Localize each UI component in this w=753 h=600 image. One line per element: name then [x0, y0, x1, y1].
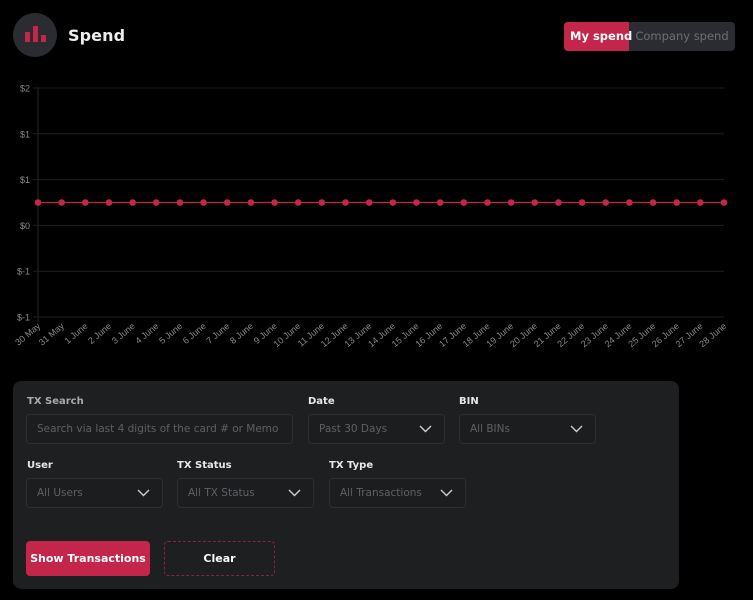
data-point[interactable] — [105, 199, 113, 206]
data-point[interactable] — [720, 199, 728, 206]
tx-search-label: TX Search — [27, 396, 84, 407]
user-label: User — [27, 460, 53, 471]
chart-y-ticks: $-1 $-1 $0 $1 $1 $2 — [17, 84, 30, 323]
bin-select-value: All BINs — [470, 423, 510, 435]
data-point[interactable] — [531, 199, 539, 206]
tx-search-input[interactable] — [37, 423, 292, 435]
data-point[interactable] — [294, 199, 302, 206]
clear-button[interactable]: Clear — [164, 541, 275, 576]
data-point[interactable] — [602, 199, 610, 206]
transaction-filter-panel: TX Search Date Past 30 Days BIN All BINs… — [13, 381, 679, 589]
data-point[interactable] — [578, 199, 586, 206]
chevron-down-icon — [288, 489, 301, 497]
toggle-company-spend[interactable]: Company spend — [629, 22, 735, 51]
bin-label: BIN — [459, 396, 479, 407]
y-tick-label: $-1 — [17, 267, 30, 277]
x-tick-label: 31 May — [37, 321, 66, 348]
tx-type-select-value: All Transactions — [340, 487, 422, 499]
x-tick-label: 30 May — [13, 321, 42, 348]
date-select[interactable]: Past 30 Days — [308, 414, 445, 444]
user-select-value: All Users — [37, 487, 83, 499]
spend-line-chart: $-1 $-1 $0 $1 $1 $2 30 May31 May1 June2 June3… — [13, 84, 728, 350]
chart-x-ticks: 30 May31 May1 June2 June3 June4 June5 Ju… — [13, 321, 728, 350]
chevron-down-icon — [570, 425, 583, 433]
chevron-down-icon — [137, 489, 150, 497]
data-point[interactable] — [271, 199, 278, 206]
x-tick-label: 7 June — [204, 321, 231, 346]
y-tick-label: $1 — [20, 175, 30, 185]
y-tick-label: $2 — [20, 84, 30, 94]
data-point[interactable] — [318, 199, 326, 206]
bar-chart-icon — [13, 13, 57, 57]
data-point[interactable] — [626, 199, 633, 206]
data-point[interactable] — [484, 199, 491, 206]
data-point[interactable] — [555, 199, 562, 206]
data-point[interactable] — [436, 199, 444, 206]
tx-status-select-value: All TX Status — [188, 487, 255, 499]
spend-chart: $-1 $-1 $0 $1 $1 $2 30 May 31 May 1 June 2 June 3… — [0, 75, 753, 370]
data-point[interactable] — [649, 199, 657, 206]
x-tick-label: 3 June — [110, 321, 137, 346]
data-point[interactable] — [697, 199, 704, 206]
page-header: Spend My spend Company spend — [0, 0, 753, 70]
user-select[interactable]: All Users — [26, 478, 163, 508]
tx-search-field[interactable] — [26, 414, 293, 444]
data-point[interactable] — [34, 199, 42, 206]
page-title: Spend — [68, 26, 126, 45]
data-point[interactable] — [389, 199, 397, 206]
data-point[interactable] — [176, 199, 184, 206]
tx-status-label: TX Status — [177, 460, 232, 471]
date-label: Date — [308, 396, 335, 407]
y-tick-label: $1 — [20, 129, 30, 139]
data-point[interactable] — [342, 199, 349, 206]
data-point[interactable] — [58, 199, 65, 206]
y-tick-label: $0 — [20, 221, 30, 231]
x-tick-label: 8 June — [228, 321, 255, 346]
x-tick-label: 2 June — [86, 321, 113, 346]
data-point[interactable] — [82, 199, 89, 206]
x-tick-label: 28 June — [697, 321, 728, 349]
x-tick-label: 5 June — [157, 321, 184, 346]
x-tick-label: 6 June — [181, 321, 208, 346]
tx-type-select[interactable]: All Transactions — [329, 478, 466, 508]
tx-type-label: TX Type — [329, 460, 374, 471]
tx-status-select[interactable]: All TX Status — [177, 478, 314, 508]
data-point[interactable] — [413, 199, 420, 206]
bin-select[interactable]: All BINs — [459, 414, 596, 444]
toggle-my-spend[interactable]: My spend — [564, 22, 632, 51]
chevron-down-icon — [440, 489, 453, 497]
date-select-value: Past 30 Days — [319, 423, 388, 435]
show-transactions-button[interactable]: Show Transactions — [26, 541, 150, 576]
x-tick-label: 4 June — [133, 321, 160, 346]
data-point[interactable] — [460, 199, 468, 206]
spend-scope-toggle[interactable]: My spend Company spend — [564, 22, 735, 51]
logo-bar — [32, 26, 38, 42]
data-point[interactable] — [223, 199, 231, 206]
chevron-down-icon — [419, 425, 432, 433]
data-point[interactable] — [247, 199, 255, 206]
chart-gridlines — [33, 87, 724, 322]
data-point[interactable] — [152, 199, 160, 206]
data-point[interactable] — [507, 199, 515, 206]
x-tick-label: 1 June — [62, 321, 89, 346]
data-point[interactable] — [200, 199, 207, 206]
y-tick-label: $-1 — [17, 313, 30, 323]
logo-bar — [40, 35, 46, 42]
logo-bar — [24, 32, 30, 42]
data-point[interactable] — [365, 199, 373, 206]
chart-series — [34, 199, 728, 206]
data-point[interactable] — [129, 199, 136, 206]
data-point[interactable] — [673, 199, 680, 206]
